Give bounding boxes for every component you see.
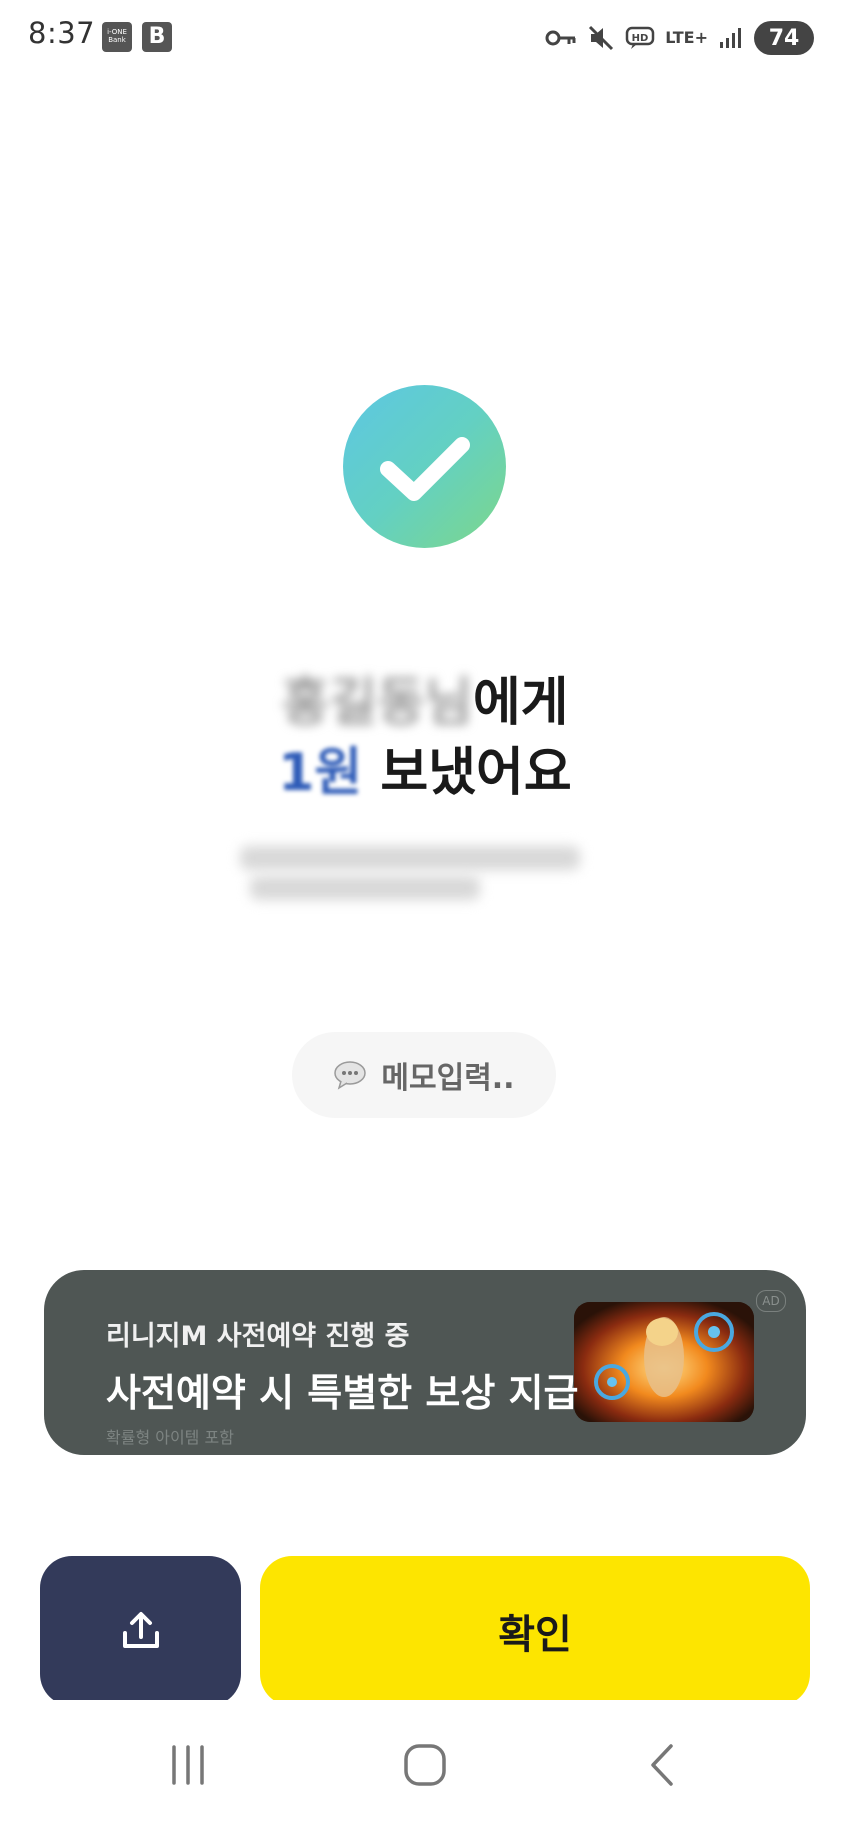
account-info-blurred [240,840,600,910]
ad-disclaimer: 확률형 아이템 포함 [106,1428,234,1447]
transfer-result-headline: 홍길동님에게 1원 보냈어요 [150,668,700,808]
speech-bubble-icon [334,1061,367,1090]
share-button[interactable] [40,1556,241,1706]
ad-badge: AD [756,1290,786,1312]
ad-title: 리니지M 사전예약 진행 중 [106,1321,410,1352]
status-icons: HD LTE+ 74 [545,18,814,58]
back-icon [651,1744,673,1786]
hd-voice-icon: HD [625,26,655,49]
headline-suffix-1: 에게 [472,673,569,733]
recipient-name-blurred: 홍길동님 [281,673,473,733]
status-time: 8:37 [28,16,96,50]
headline-line-2: 1원 보냈어요 [150,738,700,808]
headline-line-1: 홍길동님에게 [150,668,700,738]
recent-apps-icon [172,1745,204,1785]
memo-label: 메모입력.. [381,1061,515,1096]
confirm-button[interactable]: 확인 [260,1556,810,1706]
recent-apps-button[interactable] [128,1720,248,1810]
ad-headline: 사전예약 시 특별한 보상 지급 [106,1371,579,1415]
back-button[interactable] [602,1720,722,1810]
signal-icon [720,28,741,48]
blurred-line [240,846,580,870]
ad-banner[interactable]: 리니지M 사전예약 진행 중 사전예약 시 특별한 보상 지급 확률형 아이템 … [44,1270,806,1455]
mute-icon [589,25,614,51]
bank-app-notification-icon: i-ONE Bank [102,22,132,52]
home-icon [404,1744,446,1786]
svg-text:HD: HD [632,33,649,44]
status-bar: 8:37 i-ONE Bank B HD LTE+ 74 [0,0,850,74]
share-icon [122,1612,159,1648]
checkmark-icon [380,437,470,501]
success-check-icon [343,385,506,548]
network-type: LTE+ [665,28,708,47]
home-button[interactable] [365,1720,485,1810]
headline-suffix-2: 보냈어요 [380,743,572,803]
battery-indicator: 74 [754,21,814,55]
amount-blurred: 1원 [278,743,363,803]
ad-game-image [574,1302,754,1422]
blurred-line [250,876,480,900]
system-navigation-bar [0,1720,850,1823]
memo-input-button[interactable]: 메모입력.. [292,1032,556,1118]
vpn-key-icon [545,30,576,46]
b-app-notification-icon: B [142,22,172,52]
